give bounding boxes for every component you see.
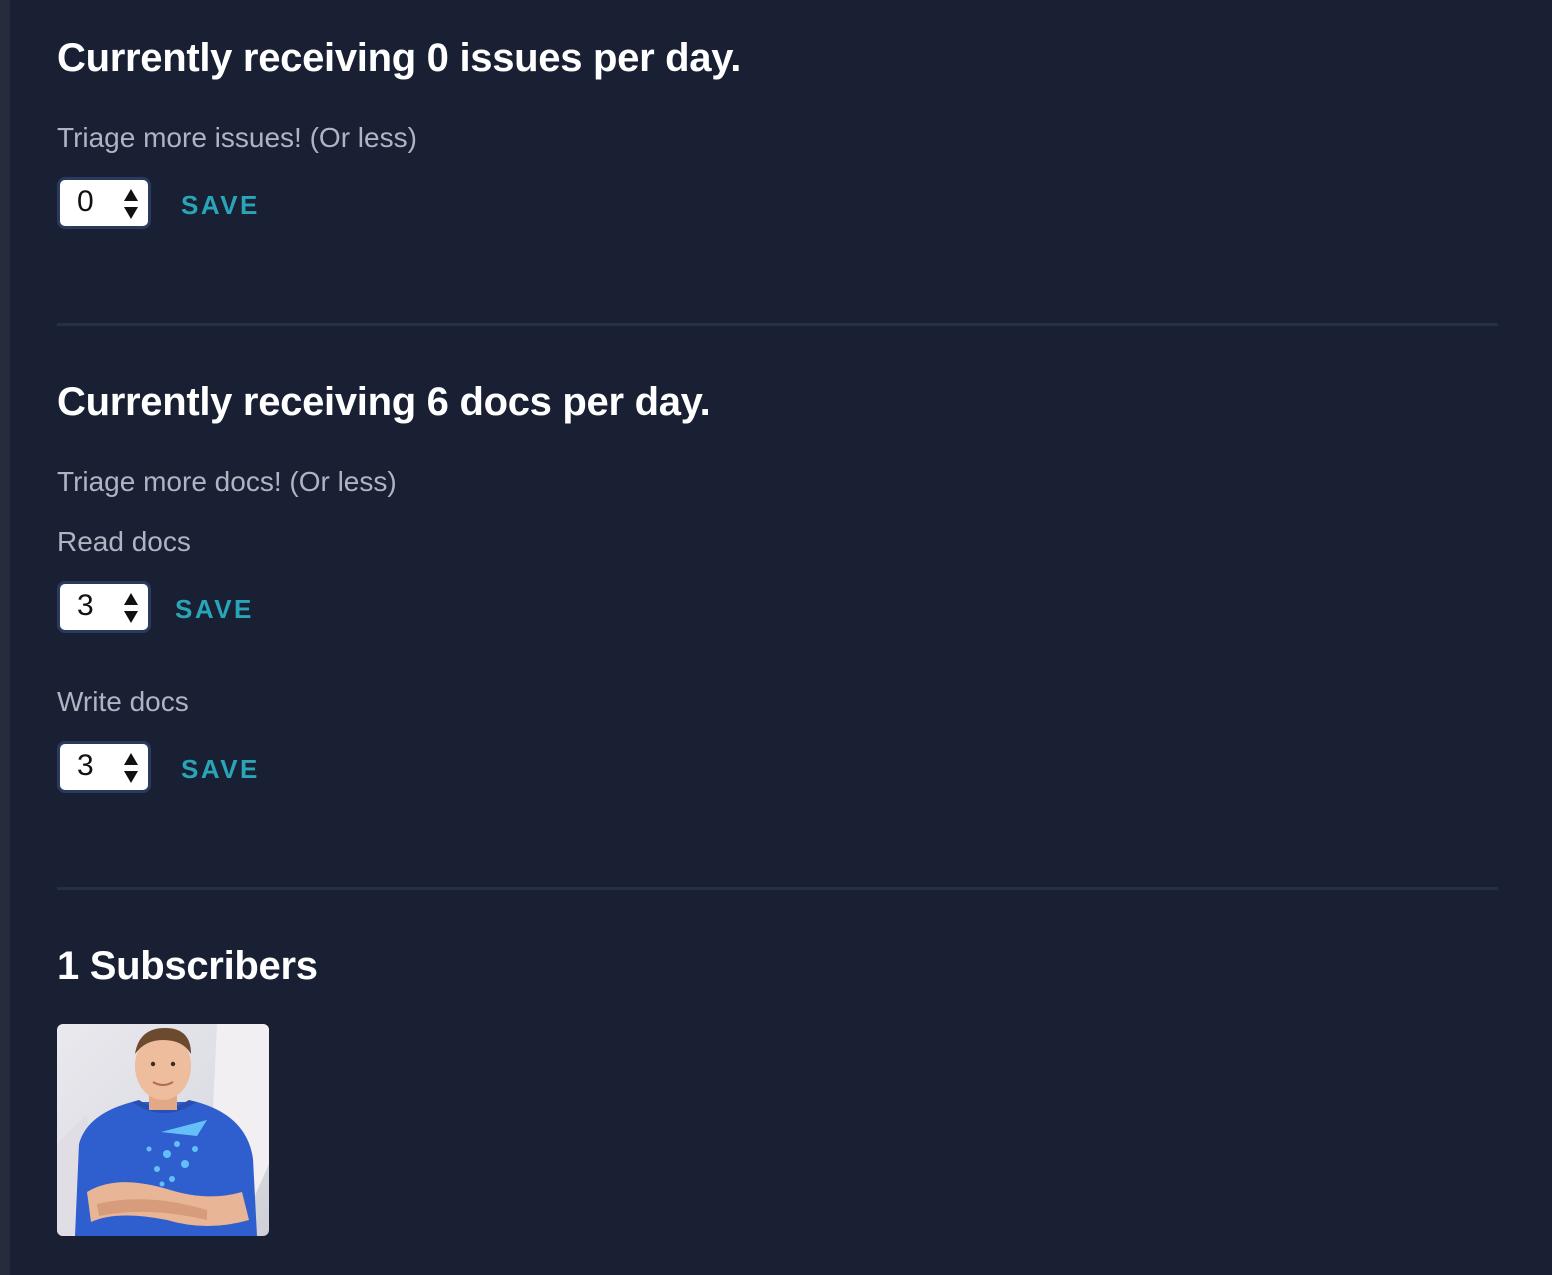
read-docs-label: Read docs [57,526,191,557]
issues-save-button[interactable]: SAVE [181,190,260,221]
spin-down-icon[interactable] [124,207,138,219]
issues-subtext: Triage more issues! (Or less) [57,122,417,153]
subscribers-heading: 1 Subscribers [57,944,318,988]
left-edge [0,0,10,1275]
subscriber-avatar[interactable] [57,1024,269,1236]
issues-quantity-stepper[interactable]: 0 [57,177,151,229]
write-docs-stepper-value: 3 [77,749,94,782]
spin-up-icon[interactable] [124,753,138,765]
docs-subtext: Triage more docs! (Or less) [57,466,397,497]
read-docs-quantity-stepper[interactable]: 3 [57,581,151,633]
divider [57,887,1498,890]
write-docs-save-button[interactable]: SAVE [181,754,260,785]
spin-buttons-icon[interactable] [124,189,138,219]
avatar-photo [57,1024,269,1236]
read-docs-save-button[interactable]: SAVE [175,594,254,625]
divider [57,323,1498,326]
spin-up-icon[interactable] [124,593,138,605]
spin-up-icon[interactable] [124,189,138,201]
write-docs-quantity-stepper[interactable]: 3 [57,741,151,793]
spin-buttons-icon[interactable] [124,593,138,623]
docs-heading: Currently receiving 6 docs per day. [57,380,711,424]
spin-down-icon[interactable] [124,611,138,623]
write-docs-label: Write docs [57,686,189,717]
issues-heading: Currently receiving 0 issues per day. [57,36,742,80]
spin-down-icon[interactable] [124,771,138,783]
read-docs-stepper-value: 3 [77,589,94,622]
spin-buttons-icon[interactable] [124,753,138,783]
issues-stepper-value: 0 [77,185,94,218]
